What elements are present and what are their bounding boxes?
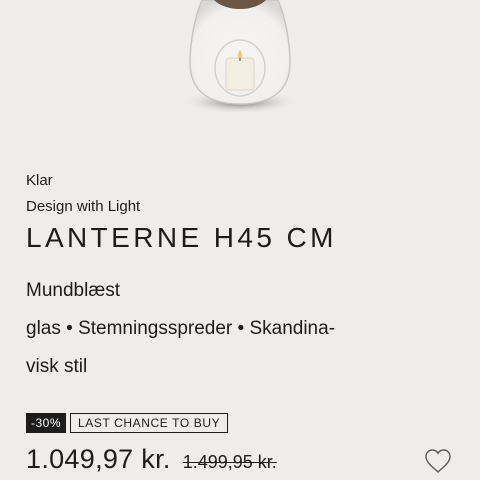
discount-badge: -30% (26, 413, 67, 433)
price-row: 1.049,97 kr. 1.499,95 kr. (26, 444, 277, 475)
product-title: LANTERNE H45 CM (26, 222, 337, 253)
product-collection[interactable]: Design with Light (26, 198, 140, 216)
description-line: Mundblæst (26, 280, 120, 301)
current-price: 1.049,97 kr. (26, 444, 171, 474)
description-line: glas • Stemningsspreder • Skandina- (26, 318, 336, 339)
heart-outline-icon (425, 449, 451, 473)
original-price: 1.499,95 kr. (182, 452, 277, 472)
last-chance-badge: LAST CHANCE TO BUY (70, 413, 229, 433)
description-line: visk stil (26, 356, 88, 377)
product-description: Mundblæst glas • Stemningsspreder • Skan… (26, 272, 446, 386)
wishlist-button[interactable] (424, 448, 452, 474)
product-image[interactable] (150, 0, 330, 118)
product-variant: Klar (26, 172, 53, 189)
product-badges: -30% LAST CHANCE TO BUY (26, 413, 229, 433)
